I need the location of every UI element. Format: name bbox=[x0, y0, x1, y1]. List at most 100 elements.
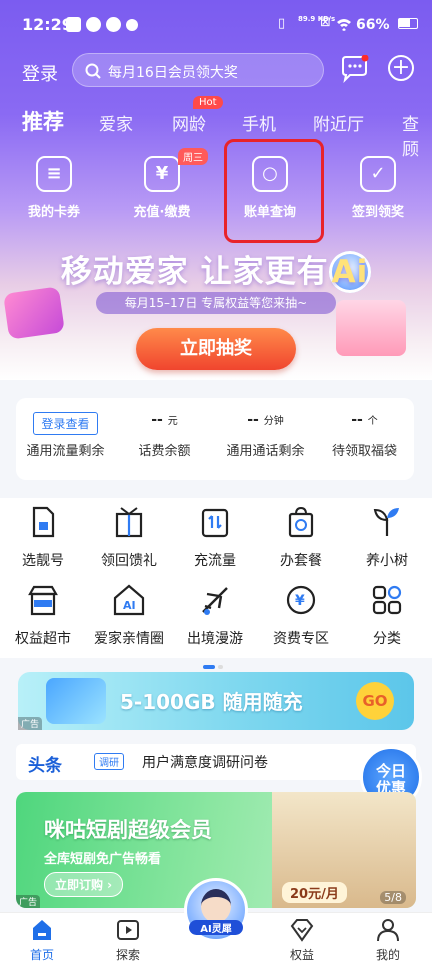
grid-label: 充流量 bbox=[194, 553, 236, 569]
quick-action-checkin[interactable]: ✓ 签到领奖 bbox=[338, 156, 418, 226]
login-to-view-button[interactable]: 登录查看 bbox=[33, 412, 98, 435]
stat-label: 话费余额 bbox=[138, 444, 191, 459]
ai-assistant-button[interactable]: AI灵犀 bbox=[184, 878, 248, 942]
chat-bubble-icon bbox=[342, 54, 369, 84]
vip-title: 咪咕短剧超级会员 bbox=[44, 818, 212, 842]
go-button[interactable]: GO bbox=[356, 682, 394, 720]
cake-illustration-icon bbox=[336, 300, 406, 356]
search-placeholder: 每月16日会员领大奖 bbox=[108, 65, 238, 81]
nav-label: 我的 bbox=[375, 948, 400, 962]
grid-item-benefits-market[interactable]: 权益超市 bbox=[0, 582, 86, 648]
stat-balance[interactable]: -- 元 话费余额 bbox=[115, 412, 214, 459]
grid-item-data-recharge[interactable]: 充流量 bbox=[172, 504, 258, 570]
vip-price: 20元/月 bbox=[282, 882, 347, 903]
nav-home[interactable]: 首页 bbox=[12, 917, 72, 963]
draw-now-button[interactable]: 立即抽奖 bbox=[136, 328, 296, 370]
grid-label: 办套餐 bbox=[280, 553, 322, 569]
stat-label: 待领取福袋 bbox=[331, 444, 397, 459]
diamond-icon bbox=[290, 919, 314, 942]
nav-label: 权益 bbox=[289, 948, 314, 962]
tariff-icon: ¥ bbox=[286, 585, 316, 615]
svg-text:¥: ¥ bbox=[295, 593, 305, 609]
airplane-icon bbox=[202, 587, 228, 615]
quick-action-label: 充值·缴费 bbox=[133, 205, 191, 220]
gallery-icon bbox=[86, 17, 101, 32]
package-bag-icon bbox=[288, 506, 314, 538]
coupon-icon: ≡ bbox=[36, 156, 72, 192]
grid-item-package[interactable]: 办套餐 bbox=[258, 504, 344, 570]
promo-text: 5-100GB 随用随充 bbox=[120, 690, 303, 714]
search-bar[interactable]: 每月16日会员领大奖 bbox=[72, 53, 324, 87]
yen-icon: ¥ bbox=[144, 156, 180, 192]
tab-query[interactable]: 查顾 bbox=[402, 110, 432, 160]
headline-bar[interactable]: 头条 调研 用户满意度调研问卷 bbox=[16, 744, 416, 780]
login-link[interactable]: 登录 bbox=[22, 60, 58, 86]
grid-label: 出境漫游 bbox=[187, 631, 243, 647]
app-notification-icon bbox=[66, 17, 81, 32]
grid-item-pick-number[interactable]: 选靓号 bbox=[0, 504, 86, 570]
grid-item-tariff[interactable]: ¥ 资费专区 bbox=[258, 582, 344, 648]
stat-unit: 个 bbox=[367, 416, 378, 427]
stat-unit: 分钟 bbox=[263, 416, 284, 427]
phone-illustration-icon bbox=[46, 678, 106, 724]
account-summary-card: 登录查看 通用流量剩余 -- 元 话费余额 -- 分钟 通用通话剩余 -- 个 … bbox=[16, 398, 414, 480]
plus-icon: + bbox=[391, 55, 411, 80]
tab-phone[interactable]: 手机 bbox=[242, 110, 276, 135]
grid-item-roaming[interactable]: 出境漫游 bbox=[172, 582, 258, 648]
banner-title-text: 移动爱家 让家更有 bbox=[60, 254, 329, 290]
banner-subtitle: 每月15–17日 专属权益等您来抽~ bbox=[96, 292, 336, 314]
quick-action-label: 我的卡券 bbox=[27, 205, 80, 220]
stat-data-remaining[interactable]: 登录查看 通用流量剩余 bbox=[16, 412, 115, 459]
stat-value: -- bbox=[151, 412, 163, 428]
stat-value: -- bbox=[351, 412, 363, 428]
quick-action-label: 签到领奖 bbox=[351, 205, 404, 220]
family-home-icon: AI bbox=[113, 584, 145, 616]
grid-item-grow-tree[interactable]: 养小树 bbox=[344, 504, 430, 570]
headline-title: 头条 bbox=[28, 756, 62, 776]
tab-network-age[interactable]: 网龄 bbox=[172, 110, 206, 135]
service-grid: 选靓号 领回馈礼 充流量 办套餐 养小树 权益超市 AI 爱家亲情圈 出境漫游 … bbox=[0, 498, 432, 658]
data-promo-banner[interactable]: 5-100GB 随用随充 GO 广告 bbox=[18, 672, 414, 730]
quick-action-coupons[interactable]: ≡ 我的卡券 bbox=[14, 156, 94, 226]
tab-home[interactable]: 爱家 bbox=[99, 110, 133, 135]
stat-call-minutes[interactable]: -- 分钟 通用通话剩余 bbox=[216, 412, 315, 459]
nav-mine[interactable]: 我的 bbox=[358, 917, 418, 963]
sprout-icon bbox=[373, 508, 399, 536]
category-icon bbox=[372, 585, 402, 615]
notification-dot-icon bbox=[126, 19, 138, 31]
ad-tag: 广告 bbox=[16, 895, 41, 908]
battery-text: 66% bbox=[356, 17, 390, 33]
hot-badge: Hot bbox=[193, 96, 223, 109]
message-button[interactable] bbox=[340, 54, 370, 85]
stat-lucky-bags[interactable]: -- 个 待领取福袋 bbox=[315, 412, 414, 459]
data-recharge-icon bbox=[201, 508, 229, 538]
svg-text:AI: AI bbox=[123, 599, 136, 612]
nav-label: 首页 bbox=[29, 948, 54, 962]
music-icon bbox=[106, 17, 121, 32]
wifi-icon bbox=[337, 19, 351, 31]
top-tabs: 推荐 爱家 网龄 手机 附近厅 查顾 bbox=[0, 106, 432, 160]
grid-item-family-circle[interactable]: AI 爱家亲情圈 bbox=[86, 582, 172, 648]
add-button[interactable]: + bbox=[388, 55, 414, 81]
play-icon bbox=[117, 920, 139, 940]
banner-page-indicator: 5/8 bbox=[380, 891, 406, 904]
nav-explore[interactable]: 探索 bbox=[98, 917, 158, 963]
ad-tag: 广告 bbox=[18, 717, 43, 730]
grid-label: 爱家亲情圈 bbox=[94, 631, 164, 647]
tv-illustration-icon bbox=[3, 286, 65, 340]
nav-benefits[interactable]: 权益 bbox=[272, 917, 332, 963]
quick-action-recharge[interactable]: ¥ 充值·缴费 bbox=[122, 156, 202, 226]
subscribe-button[interactable]: 立即订购 › bbox=[44, 872, 124, 897]
banner-title[interactable]: 移动爱家 让家更有Ai bbox=[0, 246, 432, 293]
grid-item-gift[interactable]: 领回馈礼 bbox=[86, 504, 172, 570]
today-line1: 今日 bbox=[375, 762, 406, 780]
search-icon bbox=[85, 63, 101, 79]
battery-icon bbox=[398, 18, 418, 29]
grid-item-category[interactable]: 分类 bbox=[344, 582, 430, 648]
ai-avatar-icon bbox=[201, 889, 231, 923]
stat-unit: 元 bbox=[167, 416, 178, 427]
tab-nearby-hall[interactable]: 附近厅 bbox=[313, 110, 364, 135]
tab-recommend[interactable]: 推荐 bbox=[22, 106, 64, 136]
grid-label: 领回馈礼 bbox=[101, 553, 157, 569]
highlight-box bbox=[224, 139, 324, 243]
